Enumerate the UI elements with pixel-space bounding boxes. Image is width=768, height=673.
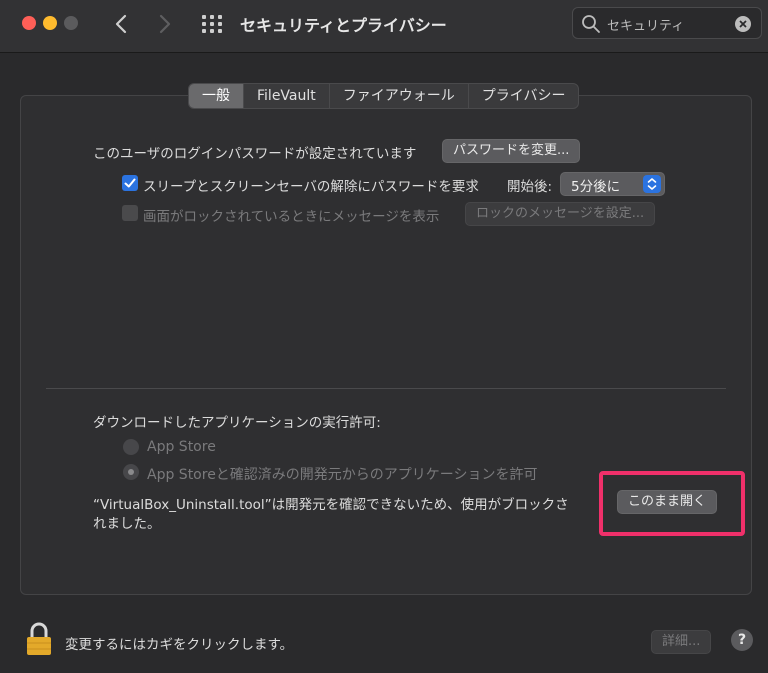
start-after-label: 開始後: <box>507 179 553 195</box>
show-all-grid-icon[interactable] <box>201 13 223 35</box>
minimize-window-button[interactable] <box>43 16 57 30</box>
zoom-window-button[interactable] <box>64 16 78 30</box>
lock-icon[interactable] <box>24 621 54 657</box>
require-password-label: スリープとスクリーンセーバの解除にパスワードを要求 <box>143 179 479 195</box>
blocked-message-line2: れました。 <box>93 516 161 532</box>
help-button[interactable]: ? <box>731 629 753 651</box>
search-field[interactable] <box>572 7 762 39</box>
search-input[interactable] <box>607 13 727 35</box>
show-message-label: 画面がロックされているときにメッセージを表示 <box>143 209 440 225</box>
close-window-button[interactable] <box>22 16 36 30</box>
tab-firewall[interactable]: ファイアウォール <box>330 84 469 108</box>
advanced-button[interactable]: 詳細... <box>651 630 712 654</box>
require-password-checkbox[interactable] <box>122 175 138 191</box>
highlight-box <box>599 471 745 536</box>
blocked-message-line1: “VirtualBox_Uninstall.tool”は開発元を確認できないため… <box>93 497 569 513</box>
tab-privacy[interactable]: プライバシー <box>469 84 579 108</box>
chevron-left-icon[interactable] <box>112 12 132 36</box>
download-permission-heading: ダウンロードしたアプリケーションの実行許可: <box>93 415 381 431</box>
password-set-text: このユーザのログインパスワードが設定されています <box>93 146 417 162</box>
change-password-button[interactable]: パスワードを変更... <box>442 139 581 163</box>
checkmark-icon <box>124 178 136 188</box>
title-bar: セキュリティとプライバシー <box>0 0 768 53</box>
start-after-select[interactable]: 5分後に <box>560 172 665 196</box>
radio-app-store-identified[interactable] <box>123 464 139 480</box>
search-icon <box>582 15 600 33</box>
tab-bar: 一般 FileVault ファイアウォール プライバシー <box>188 83 580 109</box>
radio-app-store-identified-label: App Storeと確認済みの開発元からのアプリケーションを許可 <box>147 467 538 483</box>
start-after-value: 5分後に <box>571 179 621 195</box>
window-title: セキュリティとプライバシー <box>240 16 447 35</box>
set-lock-message-button[interactable]: ロックのメッセージを設定... <box>465 202 656 226</box>
section-divider <box>46 388 726 389</box>
up-down-arrows-icon <box>643 175 661 193</box>
radio-app-store-label: App Store <box>147 439 216 455</box>
tab-general[interactable]: 一般 <box>189 84 244 108</box>
clear-search-icon[interactable] <box>735 16 751 32</box>
show-message-checkbox[interactable] <box>122 205 138 221</box>
lock-text: 変更するにはカギをクリックします。 <box>65 637 294 653</box>
radio-app-store[interactable] <box>123 439 139 455</box>
tab-filevault[interactable]: FileVault <box>244 84 330 108</box>
chevron-right-icon[interactable] <box>154 12 174 36</box>
